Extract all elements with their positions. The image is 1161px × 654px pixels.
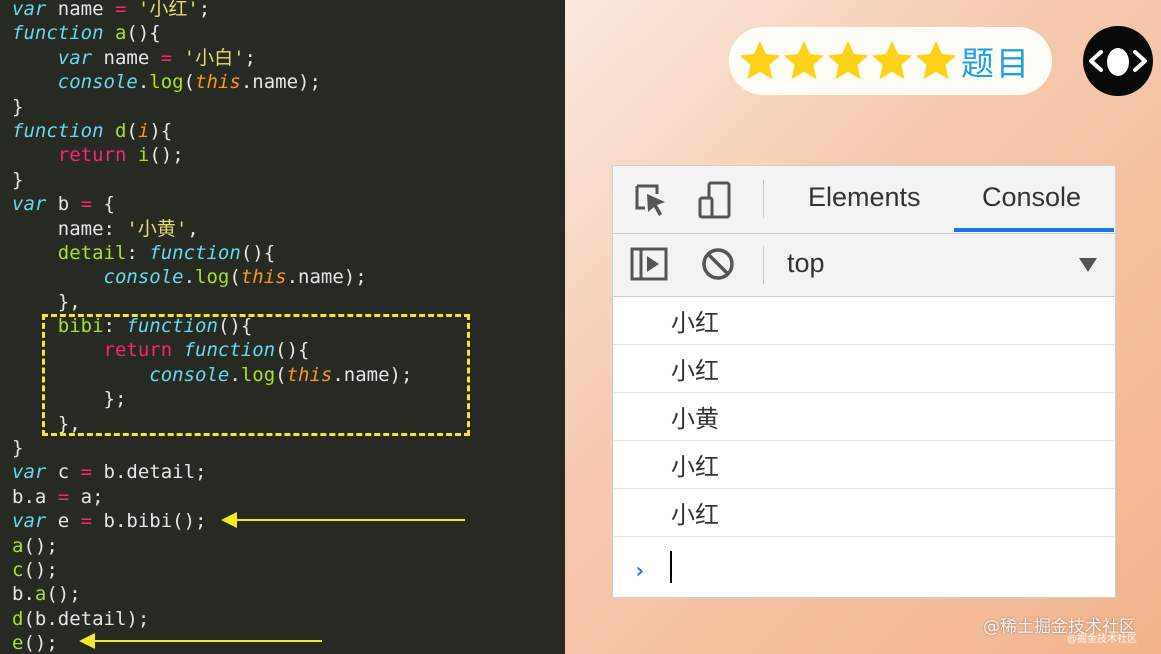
context-selector[interactable]: top bbox=[787, 248, 825, 279]
console-messages: 小红 小红 小黄 小红 小红 bbox=[613, 297, 1115, 537]
angle-brackets-egg-logo bbox=[1083, 26, 1153, 96]
console-message: 小红 bbox=[613, 297, 1115, 345]
toolbar-divider bbox=[763, 246, 764, 284]
device-toolbar-icon[interactable] bbox=[697, 180, 733, 220]
code-line: var name = '小红'; bbox=[12, 0, 211, 20]
devtools-tabbar: Elements Console bbox=[613, 166, 1115, 234]
console-message: 小红 bbox=[613, 345, 1115, 393]
star-icon bbox=[739, 40, 781, 80]
console-message: 小黄 bbox=[613, 393, 1115, 441]
difficulty-badge: 题目 bbox=[729, 27, 1052, 95]
active-tab-indicator bbox=[954, 228, 1114, 232]
inspect-element-icon[interactable] bbox=[633, 180, 669, 220]
code-line: function a(){ bbox=[12, 22, 161, 45]
code-line: } bbox=[12, 95, 24, 118]
clear-console-icon[interactable] bbox=[701, 247, 735, 281]
code-line: detail: function(){ bbox=[57, 241, 276, 264]
code-line: d(b.detail); bbox=[12, 607, 150, 630]
console-prompt[interactable]: › bbox=[613, 543, 1115, 598]
devtools-panel: Elements Console top 小红 小红 小黄 小红 小红 › bbox=[612, 165, 1116, 598]
code-editor: var name = '小红'; function a(){ var name =… bbox=[0, 0, 565, 654]
yellow-arrow-icon bbox=[221, 512, 465, 528]
code-line: b.a = a; bbox=[12, 485, 104, 508]
code-line: var b = { bbox=[12, 193, 115, 216]
code-line: var name = '小白'; bbox=[57, 46, 256, 69]
prompt-chevron-icon: › bbox=[633, 559, 647, 584]
watermark-small: @掘金技术社区 bbox=[1067, 634, 1137, 645]
code-line: console.log(this.name); bbox=[57, 71, 321, 94]
code-line: function d(i){ bbox=[12, 119, 173, 142]
console-message: 小红 bbox=[613, 489, 1115, 537]
badge-label: 题目 bbox=[961, 44, 1031, 83]
star-icon bbox=[915, 40, 957, 80]
code-line: console.log(this.name); bbox=[103, 266, 367, 289]
star-icon bbox=[783, 40, 825, 80]
console-message: 小红 bbox=[613, 441, 1115, 489]
code-line: }, bbox=[12, 290, 81, 313]
code-line: } bbox=[12, 437, 24, 460]
console-toolbar: top bbox=[613, 234, 1115, 297]
star-icon bbox=[827, 40, 869, 80]
code-line: return i(); bbox=[57, 144, 184, 167]
code-line: c(); bbox=[12, 558, 58, 581]
code-line: b.a(); bbox=[12, 583, 81, 606]
star-icon bbox=[871, 40, 913, 80]
tab-console[interactable]: Console bbox=[982, 182, 1081, 213]
toolbar-divider bbox=[763, 180, 764, 218]
tab-elements[interactable]: Elements bbox=[808, 182, 921, 213]
yellow-arrow-icon bbox=[79, 633, 322, 649]
code-line: name: '小黄', bbox=[12, 217, 199, 240]
code-line: } bbox=[12, 168, 24, 191]
star-rating bbox=[737, 38, 957, 84]
sidebar-toggle-icon[interactable] bbox=[630, 247, 668, 281]
code-line: var c = b.detail; bbox=[12, 461, 207, 484]
text-cursor bbox=[670, 551, 672, 583]
highlight-dashed-box bbox=[42, 314, 470, 436]
chevron-down-icon[interactable] bbox=[1079, 258, 1097, 272]
code-line: a(); bbox=[12, 534, 58, 557]
